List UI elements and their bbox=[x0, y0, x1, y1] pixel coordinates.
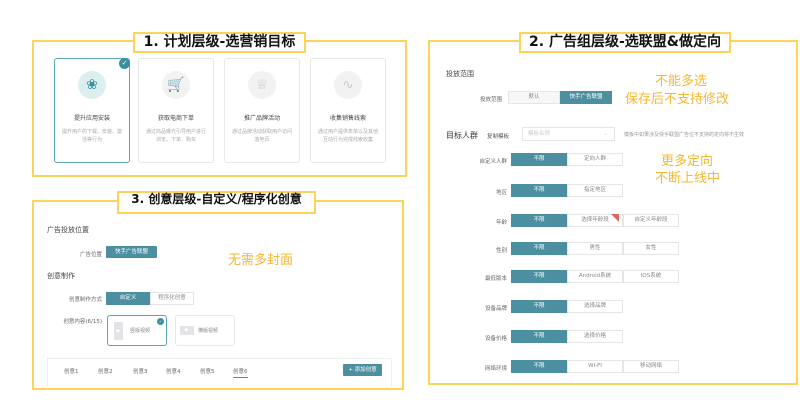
targeting-option[interactable]: 指定地区 bbox=[567, 184, 623, 197]
chevron-down-icon: ⌄ bbox=[603, 131, 608, 137]
targeting-option[interactable]: 移动网络 bbox=[623, 360, 679, 373]
targeting-segment: 不限 定向人群 bbox=[511, 153, 623, 166]
targeting-option[interactable]: 不限 bbox=[511, 153, 567, 166]
video-icon: ▶ bbox=[180, 326, 194, 335]
targeting-option[interactable]: 不限 bbox=[511, 300, 567, 313]
copy-template-label: 复制模板 bbox=[487, 134, 510, 140]
targeting-option[interactable]: 不限 bbox=[511, 214, 567, 227]
targeting-segment: 不限 Android系统 IOS系统 bbox=[511, 270, 679, 283]
method-label: 创意制作方式 bbox=[68, 297, 102, 303]
goal-card[interactable]: 🛒 获取电商下单 通过商品曝光引导用户进行浏览、下单、购买 bbox=[138, 58, 214, 163]
creative-tab[interactable]: 创意4 bbox=[166, 367, 181, 375]
targeting-option[interactable]: 自定义年龄段 bbox=[623, 214, 679, 227]
placement-button[interactable]: 快手广告联盟 bbox=[106, 246, 157, 258]
plan-title: 1. 计划层级-选营销目标 bbox=[133, 32, 306, 53]
scope-heading: 投放范围 bbox=[446, 70, 474, 78]
targeting-label: 自定义人群 bbox=[479, 159, 507, 165]
targeting-option[interactable]: 男性 bbox=[567, 242, 623, 255]
video-icon: ▶ bbox=[114, 322, 123, 340]
goal-card[interactable]: ∿ 收集销售线索 通过用户提供表单以及其他互动行为完成线索收集 bbox=[310, 58, 386, 163]
audience-heading: 目标人群 bbox=[446, 131, 478, 140]
path-icon: ∿ bbox=[334, 71, 362, 99]
goal-title: 获取电商下单 bbox=[157, 115, 194, 122]
targeting-label: 性别 bbox=[495, 248, 507, 254]
creative-tab[interactable]: 创意3 bbox=[133, 367, 148, 375]
template-select[interactable]: 模板名称 ⌄ bbox=[522, 127, 615, 141]
targeting-option[interactable]: 不限 bbox=[511, 184, 567, 197]
new-badge-icon bbox=[611, 214, 619, 222]
check-icon: ✓ bbox=[119, 58, 130, 69]
creative-note: 无需多封面 bbox=[228, 253, 294, 268]
scope-note-2: 保存后不支持修改 bbox=[625, 92, 730, 107]
goal-desc: 通过商品曝光引导用户进行浏览、下单、购买 bbox=[145, 129, 206, 143]
scope-segment: 默认 快手广告联盟 bbox=[508, 91, 612, 104]
creative-tab[interactable]: 创意5 bbox=[200, 367, 215, 375]
targeting-option[interactable]: 选择品牌 bbox=[567, 300, 623, 313]
targeting-segment: 不限 男性 女性 bbox=[511, 242, 679, 255]
targeting-label: 网络环境 bbox=[484, 366, 507, 372]
creative-tab[interactable]: 创意6 bbox=[233, 367, 248, 378]
targeting-option[interactable]: 不限 bbox=[511, 242, 567, 255]
scope-note-1: 不能多选 bbox=[655, 74, 708, 89]
creative-tab[interactable]: 创意1 bbox=[64, 367, 79, 375]
targeting-option[interactable]: Android系统 bbox=[567, 270, 623, 283]
targeting-segment: 不限 选择品牌 bbox=[511, 300, 623, 313]
horizontal-video-label: 横版视频 bbox=[198, 328, 219, 334]
scope-label: 投放范围 bbox=[479, 97, 502, 103]
targeting-option[interactable]: 定向人群 bbox=[567, 153, 623, 166]
template-hint: 模板中如果涉及快手联盟广告位不支持的定向将不生效 bbox=[624, 132, 745, 138]
creative-title: 3. 创意层级-自定义/程序化创意 bbox=[117, 191, 316, 214]
goal-desc: 通过品牌活动获取用户访问落地页 bbox=[231, 129, 292, 143]
targeting-segment: 不限 选择价格 bbox=[511, 330, 623, 343]
scope-default[interactable]: 默认 bbox=[508, 91, 560, 104]
adgroup-title: 2. 广告组层级-选联盟&做定向 bbox=[519, 32, 731, 53]
targeting-option[interactable]: 不限 bbox=[511, 360, 567, 373]
template-placeholder: 模板名称 bbox=[528, 131, 551, 137]
goal-title: 收集销售线索 bbox=[329, 115, 366, 122]
targeting-note-2: 不断上线中 bbox=[655, 171, 721, 186]
goal-desc: 通过用户提供表单以及其他互动行为完成线索收集 bbox=[317, 129, 378, 143]
targeting-label: 地区 bbox=[495, 190, 507, 196]
targeting-option[interactable]: WI-FI bbox=[567, 360, 623, 373]
targeting-option[interactable]: 女性 bbox=[623, 242, 679, 255]
targeting-label: 年龄 bbox=[495, 220, 507, 226]
vertical-video-option[interactable]: ▶ 竖版视频 ✓ bbox=[107, 315, 167, 346]
targeting-label: 设备品牌 bbox=[484, 306, 507, 312]
method-segment: 自定义 程序化创意 bbox=[106, 292, 194, 305]
targeting-option[interactable]: 不限 bbox=[511, 330, 567, 343]
goal-card[interactable]: ✓ ❀ 提升应用安装 提升用户的下载、安装、激活等行为 bbox=[54, 58, 130, 163]
placement-heading: 广告投放位置 bbox=[47, 226, 89, 234]
vertical-video-label: 竖版视频 bbox=[130, 328, 151, 334]
crown-icon: ♕ bbox=[248, 71, 276, 99]
add-creative-button[interactable]: + 添加创意 bbox=[343, 364, 382, 376]
targeting-segment: 不限 选择年龄段 自定义年龄段 bbox=[511, 214, 679, 227]
app-grid-icon: ❀ bbox=[78, 71, 106, 99]
method-programmatic[interactable]: 程序化创意 bbox=[150, 292, 194, 305]
goal-card[interactable]: ♕ 推广品牌活动 通过品牌活动获取用户访问落地页 bbox=[224, 58, 300, 163]
content-label: 创意内容(6/15) bbox=[63, 319, 102, 325]
horizontal-video-option[interactable]: ▶ 横版视频 bbox=[175, 315, 235, 346]
targeting-option[interactable]: IOS系统 bbox=[623, 270, 679, 283]
selected-badge-icon: ✓ bbox=[157, 318, 164, 325]
targeting-note-1: 更多定向 bbox=[661, 154, 714, 169]
goal-title: 推广品牌活动 bbox=[243, 115, 280, 122]
targeting-option[interactable]: 选择价格 bbox=[567, 330, 623, 343]
placement-label: 广告位置 bbox=[79, 252, 102, 258]
creative-tab[interactable]: 创意2 bbox=[98, 367, 113, 375]
make-heading: 创意制作 bbox=[47, 272, 75, 280]
targeting-label: 设备价格 bbox=[484, 336, 507, 342]
goal-title: 提升应用安装 bbox=[73, 115, 110, 122]
goal-desc: 提升用户的下载、安装、激活等行为 bbox=[61, 129, 122, 143]
targeting-label: 最低版本 bbox=[484, 276, 507, 282]
targeting-option[interactable]: 不限 bbox=[511, 270, 567, 283]
method-custom[interactable]: 自定义 bbox=[106, 292, 150, 305]
targeting-segment: 不限 指定地区 bbox=[511, 184, 623, 197]
cart-icon: 🛒 bbox=[162, 71, 190, 99]
targeting-segment: 不限 WI-FI 移动网络 bbox=[511, 360, 679, 373]
scope-union[interactable]: 快手广告联盟 bbox=[560, 91, 612, 104]
